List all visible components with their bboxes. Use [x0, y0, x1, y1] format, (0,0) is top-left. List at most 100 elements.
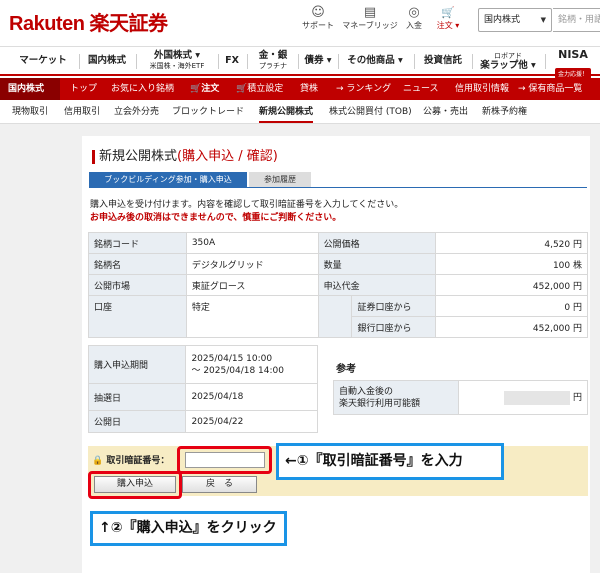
subnav-cash[interactable]: 現物取引 — [12, 102, 48, 123]
subnav-warrants[interactable]: 新株予約権 — [482, 102, 527, 123]
subnav-margin[interactable]: 信用取引 — [64, 102, 100, 123]
sub-nav: 現物取引 信用取引 立会外分売 ブロックトレード 新規公開株式 株式公開買付 (… — [0, 102, 600, 124]
subnav-off-auction[interactable]: 立会外分売 — [114, 102, 159, 123]
page-title: 新規公開株式(購入申込 / 確認) — [92, 150, 278, 164]
listing-date-label: 公開日 — [87, 410, 187, 433]
nav-gold-label: 金・銀 — [258, 50, 288, 61]
nav-divider — [79, 54, 80, 69]
lock-icon: 🔒 — [92, 456, 104, 466]
subnav-tob[interactable]: 株式公開買付 (TOB) — [329, 102, 412, 123]
nav-divider — [298, 54, 299, 69]
rednav-current[interactable]: 国内株式 — [0, 78, 60, 100]
rednav-top[interactable]: トップ — [70, 78, 97, 100]
tab-bookbuilding[interactable]: ブックビルディング参加・購入申込 — [89, 172, 247, 187]
amount-value: 452,000 円 — [435, 274, 588, 296]
nav-nisa[interactable]: NISA 金力応援！ — [550, 49, 596, 80]
cart-icon: 🛒 — [236, 84, 248, 94]
tab-underline — [89, 187, 587, 188]
rednav-favorites[interactable]: お気に入り銘柄 — [111, 78, 174, 100]
rednav-recurring[interactable]: 🛒積立設定 — [236, 78, 283, 100]
listing-date-value: 2025/04/22 — [185, 410, 318, 433]
subnav-ipo[interactable]: 新規公開株式 — [259, 102, 314, 123]
pin-input-highlight — [177, 446, 272, 474]
rednav-news[interactable]: ニュース — [403, 78, 439, 100]
rednav-holdings[interactable]: → 保有商品一覧 — [518, 78, 582, 100]
qty-label: 数量 — [317, 253, 437, 275]
nav-divider — [136, 54, 137, 69]
market-select[interactable]: 国内株式 ▼ — [478, 8, 552, 32]
nav-divider — [472, 54, 473, 69]
from-bank-value: 452,000 円 — [435, 316, 588, 338]
market-label: 公開市場 — [88, 274, 187, 296]
lottery-date-label: 抽選日 — [87, 383, 187, 411]
rednav-margin-info[interactable]: 信用取引情報 — [455, 78, 509, 100]
domestic-stock-nav: 国内株式 トップ お気に入り銘柄 🛒注文 🛒積立設定 貸株 → ランキング ニュ… — [0, 78, 600, 100]
nav-mutual-funds[interactable]: 投資信託 — [419, 47, 467, 75]
order-button[interactable]: 🛒 注文 ▾ — [418, 6, 478, 31]
support-button[interactable]: ☺ サポート — [288, 6, 348, 31]
nav-bonds[interactable]: 債券 ▾ — [302, 47, 334, 75]
subnav-block-trade[interactable]: ブロックトレード — [172, 102, 244, 123]
support-icon: ☺ — [311, 5, 325, 20]
nav-domestic-stock[interactable]: 国内株式 — [84, 47, 130, 75]
from-securities-label: 証券口座から — [351, 295, 437, 317]
qty-value: 100 株 — [435, 253, 588, 275]
apply-period-label: 購入申込期間 — [87, 345, 187, 384]
nav-gold-sub: プラチナ — [259, 62, 287, 70]
tab-history[interactable]: 参加履歴 — [249, 172, 311, 187]
top-nav: マーケット 国内株式 外国株式 ▾ 米国株・海外ETF FX 金・銀 プラチナ 債券… — [0, 46, 600, 79]
nav-bonds-label: 債券 ▾ — [304, 55, 332, 66]
support-label: サポート — [302, 21, 334, 30]
rednav-order[interactable]: 🛒注文 — [190, 78, 219, 100]
rednav-ranking[interactable]: → ランキング — [336, 78, 391, 100]
nav-mutual-funds-label: 投資信託 — [423, 55, 462, 66]
masked-balance — [503, 390, 570, 405]
nav-foreign-stock-sub: 米国株・海外ETF — [149, 62, 205, 70]
account-value: 特定 — [185, 295, 319, 338]
bank-available-value: 円 — [457, 380, 589, 415]
bank-available-unit: 円 — [572, 393, 582, 404]
subnav-public-offering[interactable]: 公募・売出 — [423, 102, 468, 123]
nav-nisa-label: NISA — [558, 48, 588, 61]
bank-available-label-line2: 楽天銀行利用可能額 — [339, 398, 421, 409]
lottery-date-value: 2025/04/18 — [185, 383, 318, 411]
chevron-down-icon: ▼ — [540, 16, 546, 24]
instruction-text: 購入申込を受け付けます。内容を確認して取引暗証番号を入力してください。 — [90, 200, 404, 210]
bank-available-label: 自動入金後の 楽天銀行利用可能額 — [333, 380, 459, 415]
search-input[interactable]: 銘柄・用語 — [553, 8, 600, 32]
nav-foreign-stock[interactable]: 外国株式 ▾ 米国株・海外ETF — [140, 47, 214, 75]
nav-divider — [247, 54, 248, 69]
page-title-main: 新規公開株式 — [99, 149, 178, 164]
pin-label: 🔒 取引暗証番号： — [92, 453, 169, 466]
rednav-recurring-label: 積立設定 — [247, 84, 284, 94]
nav-market-label: マーケット — [19, 55, 67, 66]
nav-gold[interactable]: 金・銀 プラチナ — [252, 47, 294, 75]
nav-foreign-stock-label: 外国株式 ▾ — [153, 50, 201, 61]
warning-text: お申込み後の取消はできませんので、慎重にご判断ください。 — [90, 213, 342, 223]
page-title-sub: (購入申込 / 確認) — [177, 149, 278, 164]
nav-divider — [545, 54, 546, 69]
pin-label-text: 取引暗証番号： — [106, 456, 170, 466]
amount-breakdown-spacer — [317, 295, 353, 338]
nav-roboadvisor[interactable]: ロボアド 楽ラップ他 ▾ — [476, 47, 540, 75]
schedule-table: 購入申込期間 2025/04/15 10:00 ～ 2025/04/18 14:0… — [87, 345, 318, 433]
rednav-lending[interactable]: 貸株 — [300, 78, 318, 100]
name-label: 銘柄名 — [88, 253, 187, 275]
nav-divider — [414, 54, 415, 69]
site-header: Rakuten 楽天証券 ☺ サポート ▤ マネーブリッジ ◎ 入金 🛒 注文 ▾ 国内… — [0, 0, 600, 44]
price-label: 公開価格 — [317, 232, 437, 254]
nav-market[interactable]: マーケット — [14, 47, 72, 75]
purchase-button-highlight — [88, 471, 182, 499]
nav-roboadvisor-sub: 楽ラップ他 ▾ — [480, 60, 536, 71]
nav-other-products[interactable]: その他商品 ▾ — [342, 47, 408, 75]
from-securities-value: 0 円 — [435, 295, 588, 317]
market-value: 東証グロース — [185, 274, 319, 296]
amount-label: 申込代金 — [317, 274, 437, 296]
nav-fx[interactable]: FX — [222, 47, 242, 75]
account-label: 口座 — [88, 295, 187, 338]
back-button[interactable]: 戻 る — [182, 476, 257, 493]
apply-period-value: 2025/04/15 10:00 ～ 2025/04/18 14:00 — [185, 345, 318, 384]
nav-domestic-stock-label: 国内株式 — [87, 55, 126, 66]
rakuten-logo[interactable]: Rakuten 楽天証券 — [9, 7, 168, 36]
bank-available-label-line1: 自動入金後の — [339, 386, 394, 397]
